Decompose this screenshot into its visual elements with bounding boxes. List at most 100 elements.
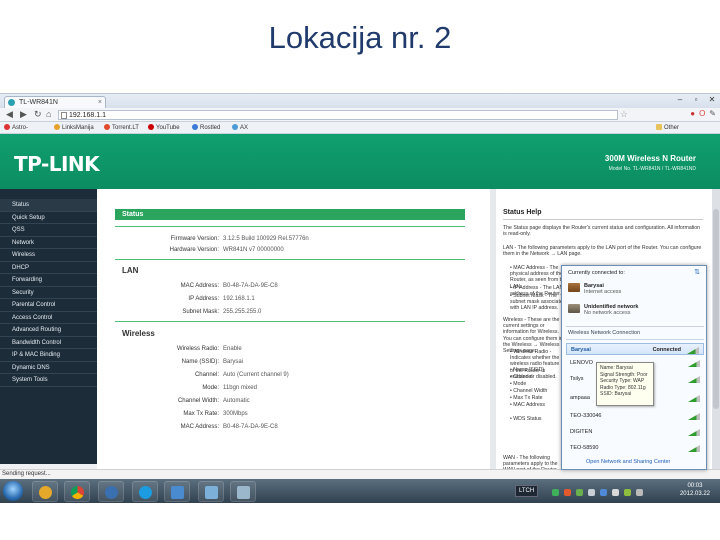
menu-item-access-control[interactable]: Access Control [0,312,97,324]
language-indicator[interactable]: LTCH [515,485,539,497]
bookmarks-bar: Astro-Club LinksManija Torrent.LT YouTub… [0,122,720,155]
menu-item-bandwidth-control[interactable]: Bandwidth Control [0,337,97,349]
tab-bar: TL-WR841N × – ▫ ✕ [0,94,720,108]
wireless-mac-row: MAC Address: B0-48-7A-DA-9E-C8 [180,424,278,430]
status-panel: Status Firmware Version: 3.12.5 Build 100… [97,189,490,469]
tab-close-icon[interactable]: × [98,97,102,108]
wifi-network-item[interactable]: DIGITEN [566,426,704,438]
lan-mac-row: MAC Address: B0-48-7A-DA-9E-C8 [180,283,278,289]
volume-icon[interactable] [636,489,643,496]
menu-item-dhcp[interactable]: DHCP [0,262,97,274]
bookmark-item[interactable]: AX operacinės siste... [232,122,269,155]
tray-icon[interactable] [564,489,571,496]
bookmark-item[interactable]: Rostled [192,122,220,134]
slide-title: Lokacija nr. 2 [268,20,452,55]
taskbar-app[interactable] [230,481,256,502]
maximize-icon[interactable]: ▫ [690,95,702,104]
help-bullet: • Name (SSID) [510,367,545,373]
wireless-radio-row: Wireless Radio: Enable [176,346,242,352]
browser-tab[interactable]: TL-WR841N × [4,96,106,108]
app-icon [205,486,218,499]
opera-icon[interactable]: O [699,109,705,118]
help-title: Status Help [503,209,542,216]
tab-favicon-icon [8,99,15,106]
forward-icon[interactable]: ▶ [20,109,27,120]
close-window-icon[interactable]: ✕ [706,95,718,104]
scroll-thumb[interactable] [713,209,719,409]
bookmark-item[interactable]: YouTube [148,122,180,134]
tab-title: TL-WR841N [19,99,58,106]
wifi-network-item[interactable]: TEO-330046 [566,410,704,422]
router-menu: Status Quick Setup QSS Network Wireless … [0,189,97,464]
lan-heading: LAN [122,266,139,275]
firmware-row: Firmware Version: 3.12.5 Build 100929 Rel… [170,236,309,242]
menu-item-quick-setup[interactable]: Quick Setup [0,212,97,224]
divider [115,321,465,322]
extension-icon[interactable]: ● [690,109,695,118]
reload-icon[interactable]: ↻ [34,109,42,120]
page-icon [61,112,67,119]
home-icon[interactable]: ⌂ [46,109,51,119]
wifi-network-item[interactable]: TEO-58590 [566,442,704,454]
help-bullet: • WDS Status [510,416,542,422]
bookmark-item[interactable]: LinksManija [54,122,94,134]
taskbar-app[interactable] [198,481,224,502]
menu-item-advanced-routing[interactable]: Advanced Routing [0,324,97,337]
bookmark-star-icon[interactable]: ☆ [620,109,628,120]
menu-item-wireless[interactable]: Wireless [0,249,97,262]
menu-item-status[interactable]: Status [0,199,97,212]
help-bullet: • Channel [510,374,533,380]
clock[interactable]: 00:03 2012.03.22 [680,482,710,498]
bookmark-item[interactable]: Astro-Club [4,122,28,143]
taskbar-app[interactable] [98,481,124,502]
help-scrollbar[interactable] [712,189,720,469]
signal-icon [688,395,700,402]
start-button[interactable] [3,481,23,501]
tray-icon[interactable] [600,489,607,496]
minimize-icon[interactable]: – [674,95,686,104]
divider [566,326,704,327]
flag-icon[interactable] [612,489,619,496]
skype-icon [139,486,152,499]
bookmark-item[interactable]: Torrent.LT [104,122,139,134]
paint-icon [237,486,250,499]
divider [503,219,703,220]
url-input[interactable]: 192.168.1.1 [58,110,618,120]
screenshot: TL-WR841N × – ▫ ✕ ◀ ▶ ↻ ⌂ 192.168.1.1 ☆ … [0,93,720,503]
address-bar: ◀ ▶ ↻ ⌂ 192.168.1.1 ☆ ● O ✎ [0,108,720,122]
signal-icon [688,360,700,367]
wifi-network-item[interactable]: Barysai Connected [566,343,704,355]
tray-icon[interactable] [588,489,595,496]
menu-item-system-tools[interactable]: System Tools [0,374,97,387]
taskbar-app[interactable] [32,481,58,502]
tray-icon[interactable] [552,489,559,496]
signal-icon [688,376,700,383]
url-text: 192.168.1.1 [69,112,106,119]
signal-icon [687,347,699,354]
toolbar-icons: ● O ✎ [690,109,716,118]
taskbar: LTCH 00:03 2012.03.22 [0,479,720,503]
other-bookmarks[interactable]: Other bookmarks [656,122,693,143]
menu-item-qss[interactable]: QSS [0,224,97,237]
channel-row: Channel: Auto (Current channel 9) [194,372,289,378]
menu-item-dynamic-dns[interactable]: Dynamic DNS [0,362,97,374]
menu-item-ip-mac-binding[interactable]: IP & MAC Binding [0,349,97,362]
tray-icon[interactable] [576,489,583,496]
menu-item-network[interactable]: Network [0,237,97,249]
menu-item-security[interactable]: Security [0,287,97,299]
menu-item-forwarding[interactable]: Forwarding [0,274,97,287]
back-icon[interactable]: ◀ [6,109,13,120]
refresh-icon[interactable]: ⇅ [694,268,700,276]
product-name: 300M Wireless N Router [604,154,696,163]
wrench-icon[interactable]: ✎ [709,109,716,118]
taskbar-app[interactable] [132,481,158,502]
help-bullet: • Channel Width [510,388,548,394]
menu-item-parental-control[interactable]: Parental Control [0,299,97,312]
wifi-tray-icon[interactable] [624,489,631,496]
help-bullet: • MAC Address [510,402,545,408]
connected-network: Barysai Internet access [568,283,621,295]
taskbar-app[interactable] [164,481,190,502]
open-network-center-link[interactable]: Open Network and Sharing Center [586,459,670,465]
chrome-icon [71,486,84,499]
taskbar-app[interactable] [64,481,90,502]
